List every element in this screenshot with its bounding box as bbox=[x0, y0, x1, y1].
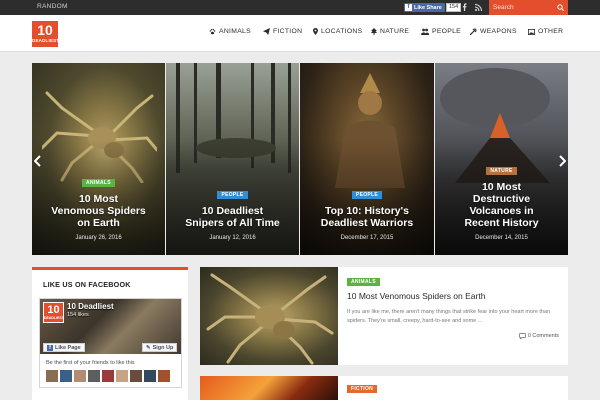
users-icon bbox=[421, 28, 429, 35]
slide-title[interactable]: Top 10: History's Deadliest Warriors bbox=[308, 205, 426, 229]
facebook-page-box: 10 DEADLIEST 10 Deadliest 154 likes f Lik… bbox=[39, 298, 182, 388]
nav-label-animals: ANIMALS bbox=[219, 28, 251, 35]
site-logo[interactable]: 10 DEADLIEST bbox=[32, 21, 60, 47]
fb-like-count: 154 bbox=[446, 3, 462, 12]
map-marker-icon bbox=[313, 28, 318, 35]
avatar[interactable] bbox=[158, 370, 170, 382]
category-tag[interactable]: ANIMALS bbox=[347, 278, 380, 286]
slide-date: January 12, 2016 bbox=[209, 235, 256, 241]
paper-plane-icon bbox=[263, 28, 270, 35]
category-tag[interactable]: NATURE bbox=[486, 167, 517, 175]
pencil-icon: ✎ bbox=[146, 344, 151, 351]
nav-label-nature: NATURE bbox=[380, 28, 410, 35]
avatar[interactable] bbox=[102, 370, 114, 382]
facebook-icon[interactable] bbox=[460, 2, 469, 12]
facebook-icon: f bbox=[405, 4, 412, 11]
nav-item-other[interactable]: OTHER bbox=[528, 28, 563, 35]
avatar[interactable] bbox=[88, 370, 100, 382]
category-tag[interactable]: PEOPLE bbox=[217, 191, 248, 199]
nav-label-people: PEOPLE bbox=[432, 28, 462, 35]
avatar[interactable] bbox=[46, 370, 58, 382]
tree-icon bbox=[371, 28, 377, 35]
avatar[interactable] bbox=[60, 370, 72, 382]
article-thumbnail[interactable] bbox=[200, 267, 338, 365]
nav-item-weapons[interactable]: WEAPONS bbox=[470, 28, 517, 35]
friend-avatars bbox=[46, 370, 170, 382]
nav-label-fiction: FICTION bbox=[273, 28, 303, 35]
article-card: FICTION bbox=[200, 376, 568, 400]
nav-label-weapons: WEAPONS bbox=[480, 28, 517, 35]
logo-word: DEADLIEST bbox=[32, 38, 60, 43]
search-icon[interactable] bbox=[556, 2, 565, 12]
page-name[interactable]: 10 Deadliest bbox=[67, 302, 114, 311]
spider-image bbox=[206, 273, 334, 365]
nav-label-locations: LOCATIONS bbox=[321, 28, 363, 35]
top-bar: RANDOM f Like Share 154 bbox=[0, 0, 600, 15]
nav-item-nature[interactable]: NATURE bbox=[371, 28, 409, 35]
avatar[interactable] bbox=[130, 370, 142, 382]
weapon-icon bbox=[470, 28, 477, 35]
avatar[interactable] bbox=[144, 370, 156, 382]
site-header: 10 DEADLIEST ANIMALS FICTION LOCATIONS N… bbox=[0, 15, 600, 52]
chevron-left-icon[interactable] bbox=[34, 155, 42, 167]
facebook-widget: LIKE US ON FACEBOOK 10 DEADLIEST 10 Deadl… bbox=[32, 267, 188, 400]
page-logo: 10 DEADLIEST bbox=[43, 302, 64, 323]
facebook-icon: f bbox=[47, 344, 53, 351]
article-title[interactable]: 10 Most Venomous Spiders on Earth bbox=[347, 291, 485, 301]
random-link[interactable]: RANDOM bbox=[37, 3, 68, 10]
slide-title[interactable]: 10 Deadliest Snipers of All Time bbox=[174, 205, 291, 229]
slide-title[interactable]: 10 Most Venomous Spiders on Earth bbox=[40, 193, 157, 229]
slide[interactable]: NATURE 10 Most Destructive Volcanoes in Rec… bbox=[435, 63, 568, 255]
slide-date: December 17, 2015 bbox=[340, 235, 394, 241]
slide-date: January 26, 2016 bbox=[75, 235, 122, 241]
like-page-button[interactable]: f Like Page bbox=[43, 343, 85, 352]
facebook-cover[interactable]: 10 DEADLIEST 10 Deadliest 154 likes f Lik… bbox=[40, 299, 181, 354]
sign-up-button[interactable]: ✎ Sign Up bbox=[142, 343, 178, 352]
friends-text: Be the first of your friends to like thi… bbox=[46, 360, 135, 366]
avatar[interactable] bbox=[116, 370, 128, 382]
featured-slider: ANIMALS 10 Most Venomous Spiders on Earth … bbox=[32, 63, 568, 255]
paw-icon bbox=[209, 29, 216, 35]
fb-like-button[interactable]: f Like Share bbox=[404, 3, 445, 12]
image-icon bbox=[528, 28, 535, 35]
category-tag[interactable]: ANIMALS bbox=[82, 179, 115, 187]
chevron-right-icon[interactable] bbox=[558, 155, 566, 167]
fb-like-label: Like Share bbox=[414, 4, 442, 11]
page-likes: 154 likes bbox=[67, 312, 89, 318]
slide[interactable]: PEOPLE 10 Deadliest Snipers of All Time J… bbox=[166, 63, 299, 255]
article-card: ANIMALS 10 Most Venomous Spiders on Eart… bbox=[200, 267, 568, 365]
article-excerpt: If you are like me, there aren't many th… bbox=[347, 309, 551, 324]
article-thumbnail[interactable] bbox=[200, 376, 338, 400]
nav-item-people[interactable]: PEOPLE bbox=[421, 28, 461, 35]
widget-title: LIKE US ON FACEBOOK bbox=[43, 280, 131, 289]
category-tag[interactable]: FICTION bbox=[347, 385, 378, 393]
slide-title[interactable]: 10 Most Destructive Volcanoes in Recent His… bbox=[443, 181, 560, 229]
nav-label-other: OTHER bbox=[538, 28, 564, 35]
slide[interactable]: PEOPLE Top 10: History's Deadliest Warrio… bbox=[300, 63, 434, 255]
category-tag[interactable]: PEOPLE bbox=[351, 191, 383, 199]
nav-item-locations[interactable]: LOCATIONS bbox=[313, 28, 362, 35]
comment-icon bbox=[518, 333, 526, 339]
avatar[interactable] bbox=[74, 370, 86, 382]
logo-number: 10 bbox=[37, 22, 53, 38]
search-box bbox=[489, 0, 568, 15]
nav-item-animals[interactable]: ANIMALS bbox=[209, 28, 251, 35]
slide-date: December 14, 2015 bbox=[475, 235, 528, 241]
slide[interactable]: ANIMALS 10 Most Venomous Spiders on Earth … bbox=[32, 63, 165, 255]
rss-icon[interactable] bbox=[474, 2, 483, 12]
comments-link[interactable]: 0 Comments bbox=[518, 333, 559, 339]
nav-item-fiction[interactable]: FICTION bbox=[263, 28, 302, 35]
search-input[interactable] bbox=[493, 2, 553, 13]
